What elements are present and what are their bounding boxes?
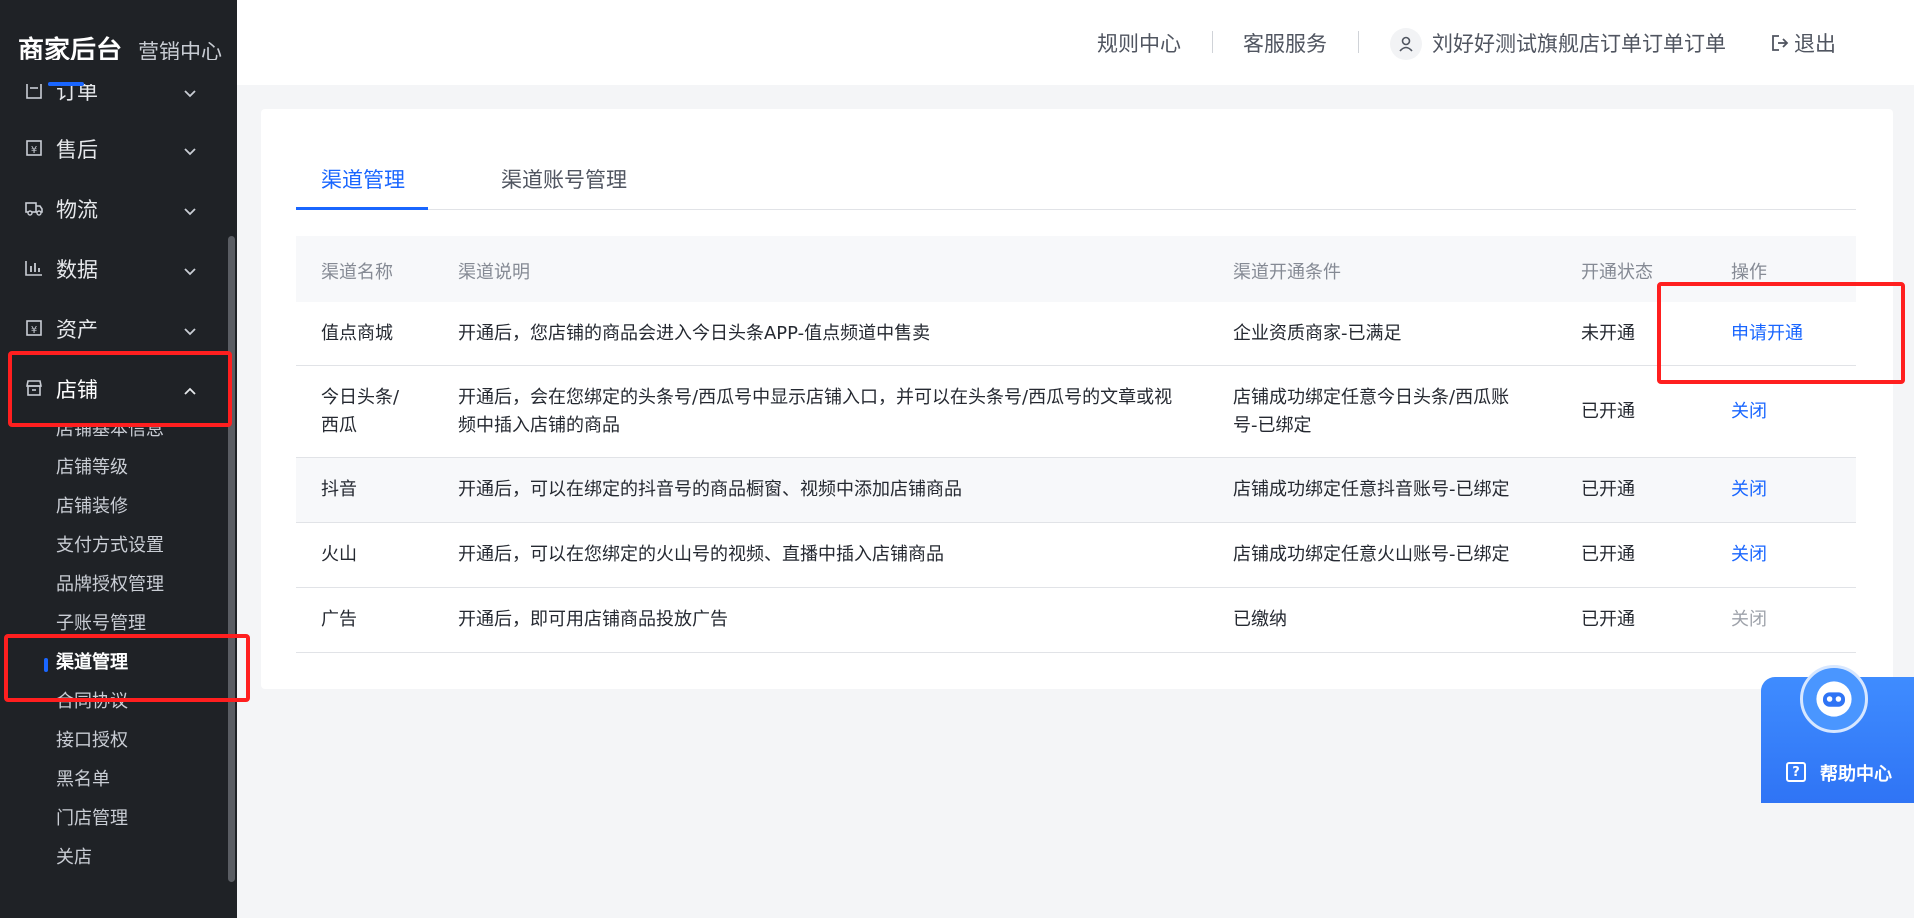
sidebar-subitem-payment[interactable]: 支付方式设置 [56,532,164,560]
aftersale-icon: ¥ [24,138,44,158]
sidebar-item-aftersale[interactable]: ¥ 售后 [0,128,228,168]
question-icon: ? [1786,762,1806,782]
channel-name: 今日头条/ [321,387,400,408]
channel-desc: 开通后，可以在您绑定的火山号的视频、直播中插入店铺商品 [458,544,944,565]
top-header: 规则中心 客服服务 刘好好测试旗舰店订单订单订单 退出 [237,0,1914,85]
column-header-desc: 渠道说明 [458,262,530,283]
close-link[interactable]: 关闭 [1731,398,1767,426]
sidebar-item-label: 售后 [56,138,98,162]
chevron-down-icon [182,320,198,336]
logout-icon[interactable] [1770,33,1790,53]
sidebar-subitem-shop-level[interactable]: 店铺等级 [56,454,128,482]
sidebar-subitem-brand-auth[interactable]: 品牌授权管理 [56,571,164,599]
chevron-down-icon [182,260,198,276]
sidebar-subitem-blacklist[interactable]: 黑名单 [56,766,110,794]
channel-desc: 开通后，会在您绑定的头条号/西瓜号中显示店铺入口，并可以在头条号/西瓜号的文章或… [458,387,1173,408]
sidebar-subitem-api-auth[interactable]: 接口授权 [56,727,128,755]
sidebar-item-assets[interactable]: ¥ 资产 [0,308,228,348]
chevron-down-icon [182,82,198,98]
sidebar-subitem-shop-decor[interactable]: 店铺装修 [56,493,128,521]
chart-icon [24,258,44,278]
user-icon[interactable] [1390,28,1422,60]
sidebar-item-label: 物流 [56,198,98,222]
header-divider [1358,31,1359,53]
channel-name: 抖音 [321,479,357,500]
scroll-mask [0,60,228,84]
channel-condition: 企业资质商家-已满足 [1233,323,1402,344]
annotation-box-shop [8,351,232,427]
channel-condition: 号-已绑定 [1233,415,1312,436]
channel-status: 已开通 [1581,401,1635,422]
channel-status: 已开通 [1581,544,1635,565]
channel-desc: 开通后，您店铺的商品会进入今日头条APP-值点频道中售卖 [458,323,931,344]
header-divider [1212,31,1213,53]
tabs-divider [296,209,1856,210]
truck-icon [24,198,44,218]
sidebar-scrollbar[interactable] [228,236,235,882]
channel-status: 已开通 [1581,479,1635,500]
tab-channel-account[interactable]: 渠道账号管理 [501,164,627,194]
channel-name: 西瓜 [321,415,357,436]
robot-icon[interactable] [1800,665,1868,733]
channel-name: 广告 [321,609,357,630]
column-header-status: 开通状态 [1581,262,1653,283]
asset-icon: ¥ [24,318,44,338]
channel-status: 已开通 [1581,609,1635,630]
channel-condition: 店铺成功绑定任意今日头条/西瓜账 [1233,387,1510,408]
channel-condition: 店铺成功绑定任意抖音账号-已绑定 [1233,479,1510,500]
channel-desc: 频中插入店铺的商品 [458,415,620,436]
channel-condition: 已缴纳 [1233,609,1287,630]
channel-name: 值点商城 [321,323,393,344]
rules-center-link[interactable]: 规则中心 [1097,28,1181,58]
chevron-down-icon [182,200,198,216]
user-name[interactable]: 刘好好测试旗舰店订单订单订单 [1432,28,1726,58]
channel-desc: 开通后，即可用店铺商品投放广告 [458,609,728,630]
sidebar-item-label: 数据 [56,258,98,282]
logout-link[interactable]: 退出 [1794,28,1836,58]
sidebar-item-label: 资产 [56,318,98,342]
brand-underline-overlay [48,82,84,86]
chevron-down-icon [182,140,198,156]
channel-desc: 开通后，可以在绑定的抖音号的商品橱窗、视频中添加店铺商品 [458,479,962,500]
active-tab-underline [296,207,428,210]
sidebar-subitem-store[interactable]: 门店管理 [56,805,128,833]
annotation-box-apply [1657,282,1905,384]
sidebar-item-data[interactable]: 数据 [0,248,228,288]
close-link-disabled: 关闭 [1731,609,1767,630]
close-link[interactable]: 关闭 [1731,541,1767,569]
column-header-action: 操作 [1731,262,1767,283]
svg-text:¥: ¥ [31,325,37,336]
customer-service-link[interactable]: 客服服务 [1243,28,1327,58]
tab-channel-management[interactable]: 渠道管理 [321,164,405,194]
column-header-condition: 渠道开通条件 [1233,262,1341,283]
channel-status: 未开通 [1581,323,1635,344]
sidebar: 商家后台 营销中心 订单 ¥ 售后 物流 数据 ¥ 资产 店铺 店铺基本信息 店… [0,0,237,918]
column-header-name: 渠道名称 [321,262,393,283]
sidebar-item-logistics[interactable]: 物流 [0,188,228,228]
channel-name: 火山 [321,544,357,565]
sidebar-subitem-close-shop[interactable]: 关店 [56,844,92,872]
channel-condition: 店铺成功绑定任意火山账号-已绑定 [1233,544,1510,565]
annotation-box-channel [4,634,250,702]
help-center-label[interactable]: 帮助中心 [1820,760,1892,786]
close-link[interactable]: 关闭 [1731,476,1767,504]
svg-text:¥: ¥ [31,145,37,156]
